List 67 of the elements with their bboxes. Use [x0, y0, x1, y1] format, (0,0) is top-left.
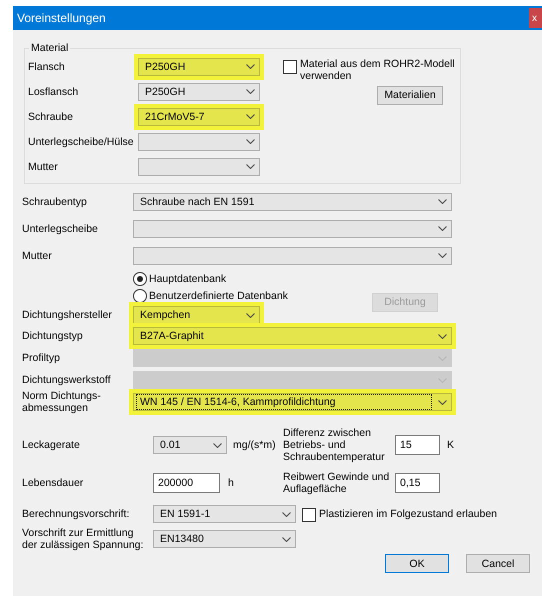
- field-label: Unterlegscheibe/Hülse: [28, 136, 135, 148]
- unit-label: mg/(s*m): [233, 439, 276, 451]
- chevron-down-icon: [246, 89, 255, 94]
- field-label: Vorschrift zur Ermittlung der zulässigen Spannung:: [22, 527, 144, 551]
- dropdown[interactable]: Kempchen: [133, 306, 260, 324]
- dropdown[interactable]: [138, 158, 260, 176]
- field-label: Norm Dichtungs- abmessungen: [22, 390, 101, 414]
- field-label: Unterlegscheibe: [22, 222, 98, 234]
- field-label: Flansch: [28, 60, 66, 72]
- field-label: Reibwert Gewinde und Auflagefläche: [283, 471, 390, 495]
- chevron-down-icon: [438, 400, 447, 404]
- input-field[interactable]: 200000: [153, 473, 220, 493]
- chevron-down-icon: [438, 334, 447, 338]
- unit-label: h: [228, 477, 234, 489]
- field-label: Berechnungsvorschrift:: [22, 508, 130, 520]
- input-field[interactable]: 15: [395, 435, 440, 455]
- field-label: Losflansch: [28, 86, 80, 98]
- checkbox[interactable]: [283, 60, 297, 74]
- field-label: Differenz zwischen Betriebs- und Schraubentemperatur: [283, 427, 386, 463]
- dropdown[interactable]: [133, 246, 452, 264]
- radio-label: Benutzerdefinierte Datenbank: [149, 290, 288, 302]
- radio-label: Hauptdatenbank: [149, 272, 226, 284]
- dropdown[interactable]: EN 1591-1: [153, 505, 296, 523]
- field-label: Lebensdauer: [22, 477, 84, 489]
- field-label: Schraubentyp: [22, 196, 87, 208]
- field-label: Profiltyp: [22, 352, 60, 364]
- dropdown[interactable]: EN13480: [153, 530, 296, 548]
- checkbox-label: Plastizieren im Folgezustand erlauben: [319, 508, 498, 520]
- cancel-button[interactable]: Cancel: [466, 554, 530, 573]
- window-title: Voreinstellungen: [16, 11, 106, 25]
- dropdown[interactable]: [138, 132, 260, 150]
- dropdown[interactable]: WN 145 / EN 1514-6, Kammprofildichtung: [133, 393, 452, 411]
- input-field[interactable]: 0,15: [395, 473, 440, 493]
- field-label: Dichtungshersteller: [22, 309, 112, 321]
- dropdown[interactable]: P250GH: [138, 82, 260, 100]
- field-label: Schraube: [28, 110, 74, 122]
- unit-label: K: [447, 439, 454, 451]
- materials-button[interactable]: Materialien: [377, 86, 443, 104]
- dropdown[interactable]: Schraube nach EN 1591: [133, 192, 452, 210]
- radio-button[interactable]: [133, 272, 147, 286]
- field-label: Leckagerate: [22, 439, 81, 451]
- chevron-down-icon: [246, 164, 255, 169]
- field-label: Mutter: [28, 160, 59, 172]
- close-button[interactable]: x: [529, 8, 542, 28]
- dropdown[interactable]: P250GH: [138, 58, 260, 76]
- field-label: Mutter: [22, 250, 52, 262]
- field-label: Dichtungstyp: [22, 330, 83, 342]
- chevron-down-icon: [213, 442, 222, 448]
- chevron-down-icon: [282, 512, 291, 516]
- chevron-down-icon: [246, 312, 255, 318]
- ok-button[interactable]: OK: [385, 554, 449, 573]
- chevron-down-icon: [438, 226, 447, 231]
- dropdown[interactable]: 21CrMoV5-7: [138, 108, 260, 126]
- checkbox[interactable]: [302, 508, 316, 522]
- chevron-down-icon: [246, 114, 255, 119]
- dropdown[interactable]: [133, 220, 452, 238]
- chevron-down-icon: [438, 253, 447, 258]
- chevron-down-icon: [246, 139, 255, 144]
- group-title: Material: [30, 42, 70, 54]
- chevron-down-icon: [438, 199, 447, 204]
- radio-button[interactable]: [133, 288, 147, 302]
- dropdown[interactable]: 0.01: [153, 436, 227, 454]
- dropdown[interactable]: B27A-Graphit: [133, 327, 452, 345]
- chevron-down-icon: [246, 64, 255, 69]
- chevron-down-icon: [282, 536, 291, 542]
- field-label: Dichtungswerkstoff: [22, 374, 111, 386]
- checkbox-label: Material aus dem ROHR2-Modell verwenden: [300, 58, 456, 82]
